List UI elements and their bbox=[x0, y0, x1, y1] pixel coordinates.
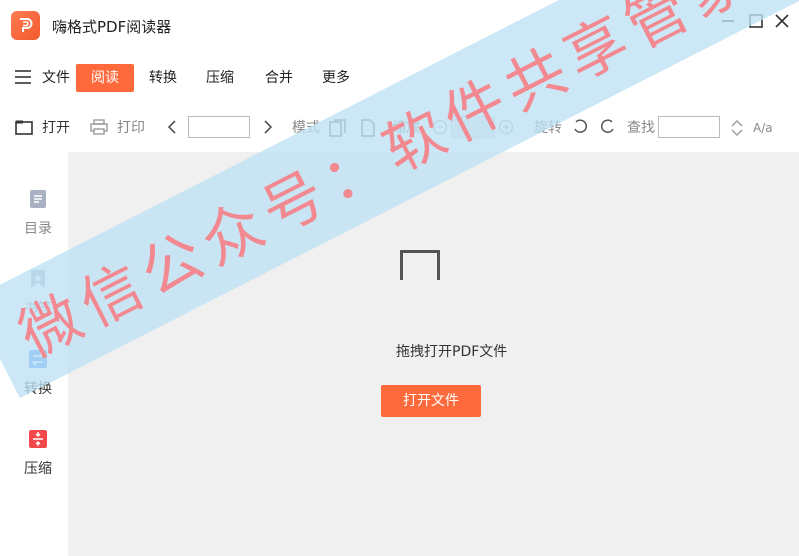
sidebar-item-contents[interactable]: 目录 bbox=[0, 190, 68, 260]
zoom-label: 缩放 bbox=[392, 120, 420, 136]
sidebar: 目录 书签 转换 压缩 bbox=[0, 152, 68, 556]
print-icon[interactable] bbox=[90, 119, 108, 135]
menu-file[interactable]: 文件 bbox=[42, 64, 70, 92]
drop-hint-text: 拖拽打开PDF文件 bbox=[396, 344, 508, 360]
sidebar-item-label: 转换 bbox=[24, 381, 52, 397]
print-button[interactable]: 打印 bbox=[117, 118, 145, 138]
hamburger-menu-icon[interactable] bbox=[14, 69, 32, 85]
rotate-left-icon[interactable] bbox=[572, 119, 588, 135]
sidebar-item-label: 压缩 bbox=[24, 461, 52, 477]
close-button[interactable] bbox=[771, 10, 793, 32]
bookmark-icon bbox=[31, 270, 45, 288]
menu-read[interactable]: 阅读 bbox=[76, 64, 134, 92]
mode-label: 模式 bbox=[292, 120, 320, 136]
convert-icon bbox=[29, 350, 47, 368]
menu-bar: 文件 阅读 转换 压缩 合并 更多 bbox=[0, 52, 799, 104]
open-button[interactable]: 打开 bbox=[42, 118, 70, 138]
minimize-button[interactable] bbox=[717, 10, 739, 32]
open-file-button[interactable]: 打开文件 bbox=[381, 385, 481, 417]
rotate-right-icon[interactable] bbox=[600, 119, 616, 135]
find-prev-next-icon[interactable] bbox=[730, 119, 744, 137]
sidebar-item-compress[interactable]: 压缩 bbox=[0, 430, 68, 500]
sidebar-item-bookmarks[interactable]: 书签 bbox=[0, 270, 68, 340]
match-case-button[interactable]: A/a bbox=[753, 118, 773, 138]
minimize-icon bbox=[722, 20, 734, 22]
zoom-out-icon[interactable] bbox=[432, 119, 448, 135]
zoom-input[interactable] bbox=[451, 116, 495, 138]
previous-page-icon[interactable] bbox=[166, 119, 178, 135]
rotate-label: 旋转 bbox=[534, 120, 562, 136]
open-folder-icon[interactable] bbox=[15, 119, 33, 135]
close-icon bbox=[775, 14, 789, 28]
page-number-input[interactable] bbox=[188, 116, 250, 138]
menu-more[interactable]: 更多 bbox=[322, 64, 350, 92]
sidebar-item-convert[interactable]: 转换 bbox=[0, 350, 68, 420]
menu-merge[interactable]: 合并 bbox=[265, 64, 293, 92]
zoom-in-icon[interactable] bbox=[498, 119, 514, 135]
compress-icon bbox=[29, 430, 47, 448]
double-page-icon[interactable] bbox=[329, 119, 347, 137]
toolbar: 打开 打印 模式 缩放 旋转 查找 A/a bbox=[0, 104, 799, 152]
document-area[interactable]: 拖拽打开PDF文件 打开文件 bbox=[68, 152, 799, 556]
app-title: 嗨格式PDF阅读器 bbox=[52, 18, 172, 36]
title-bar: 嗨格式PDF阅读器 bbox=[0, 0, 799, 50]
sidebar-item-label: 书签 bbox=[24, 301, 52, 317]
app-logo bbox=[11, 11, 40, 40]
find-label: 查找 bbox=[627, 120, 655, 136]
drop-file-icon bbox=[400, 250, 440, 280]
single-page-icon[interactable] bbox=[360, 119, 376, 137]
menu-compress[interactable]: 压缩 bbox=[206, 64, 234, 92]
maximize-button[interactable] bbox=[745, 10, 767, 32]
menu-convert[interactable]: 转换 bbox=[149, 64, 177, 92]
maximize-icon bbox=[749, 14, 763, 28]
sidebar-item-label: 目录 bbox=[24, 221, 52, 237]
contents-icon bbox=[30, 190, 46, 208]
find-input[interactable] bbox=[658, 116, 720, 138]
next-page-icon[interactable] bbox=[262, 119, 274, 135]
